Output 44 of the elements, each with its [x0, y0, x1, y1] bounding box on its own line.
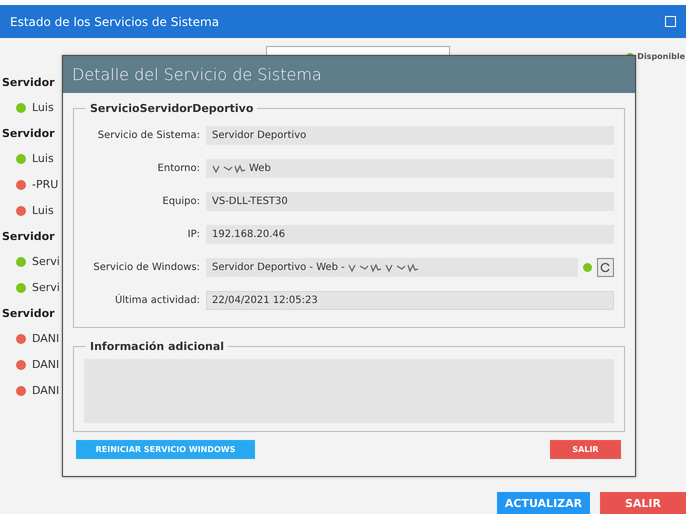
field-label: Equipo: [161, 196, 200, 207]
redaction-scribble-icon [384, 262, 419, 272]
field-value-text: Servidor Deportivo [212, 130, 306, 141]
field-value-text: 192.168.20.46 [212, 229, 286, 240]
service-name[interactable]: Luis [32, 152, 54, 165]
redaction-scribble-icon [348, 262, 382, 272]
group-title: Servidor [2, 228, 56, 244]
exit-button[interactable]: SALIR [550, 440, 621, 459]
exit-button[interactable]: SALIR [600, 492, 686, 514]
service-name[interactable]: DANI [32, 384, 60, 397]
readonly-field[interactable]: 22/04/2021 12:05:23 [206, 291, 614, 310]
readonly-field[interactable]: Servidor Deportivo [206, 126, 614, 145]
field-value-text: VS-DLL-TEST30 [212, 196, 288, 207]
readonly-field[interactable]: Servidor Deportivo - Web - [206, 258, 578, 277]
field-label: IP: [186, 229, 200, 240]
field-value-text: Web [249, 163, 271, 174]
readonly-field[interactable]: 192.168.20.46 [206, 225, 614, 244]
group-title: Servidor [2, 126, 56, 142]
field-value-text: Servidor Deportivo - Web - [212, 262, 345, 273]
service-name[interactable]: -PRU [32, 178, 58, 191]
group-title: Servidor [2, 306, 56, 322]
field-label: Entorno: [156, 163, 200, 174]
readonly-field[interactable]: VS-DLL-TEST30 [206, 192, 614, 211]
legend-label: Disponible [637, 52, 686, 61]
group-title: Servidor [2, 74, 56, 90]
field-label: Última actividad: [114, 295, 200, 306]
refresh-icon [600, 262, 611, 273]
window-title: Estado de los Servicios de Sistema [10, 14, 220, 28]
field-label: Servicio de Windows: [92, 262, 200, 273]
maximize-icon[interactable] [665, 16, 676, 27]
refresh-icon-button[interactable] [597, 258, 614, 277]
field-label: Servicio de Sistema: [96, 130, 200, 141]
service-name[interactable]: Luis [32, 101, 54, 114]
redaction-scribble-icon [212, 164, 246, 174]
service-name[interactable]: Luis [32, 204, 54, 217]
section-title: Información adicional [89, 340, 226, 353]
field-value-text: 22/04/2021 12:05:23 [212, 295, 318, 306]
service-name[interactable]: Servi [32, 281, 60, 294]
service-name[interactable]: Servi [32, 255, 60, 268]
section-title: ServicioServidorDeportivo [89, 102, 254, 115]
readonly-field[interactable]: Web [206, 159, 614, 178]
service-name[interactable]: DANI [32, 358, 60, 371]
dialog-title: Detalle del Servicio de Sistema [72, 65, 322, 84]
service-name[interactable]: DANI [32, 332, 60, 345]
